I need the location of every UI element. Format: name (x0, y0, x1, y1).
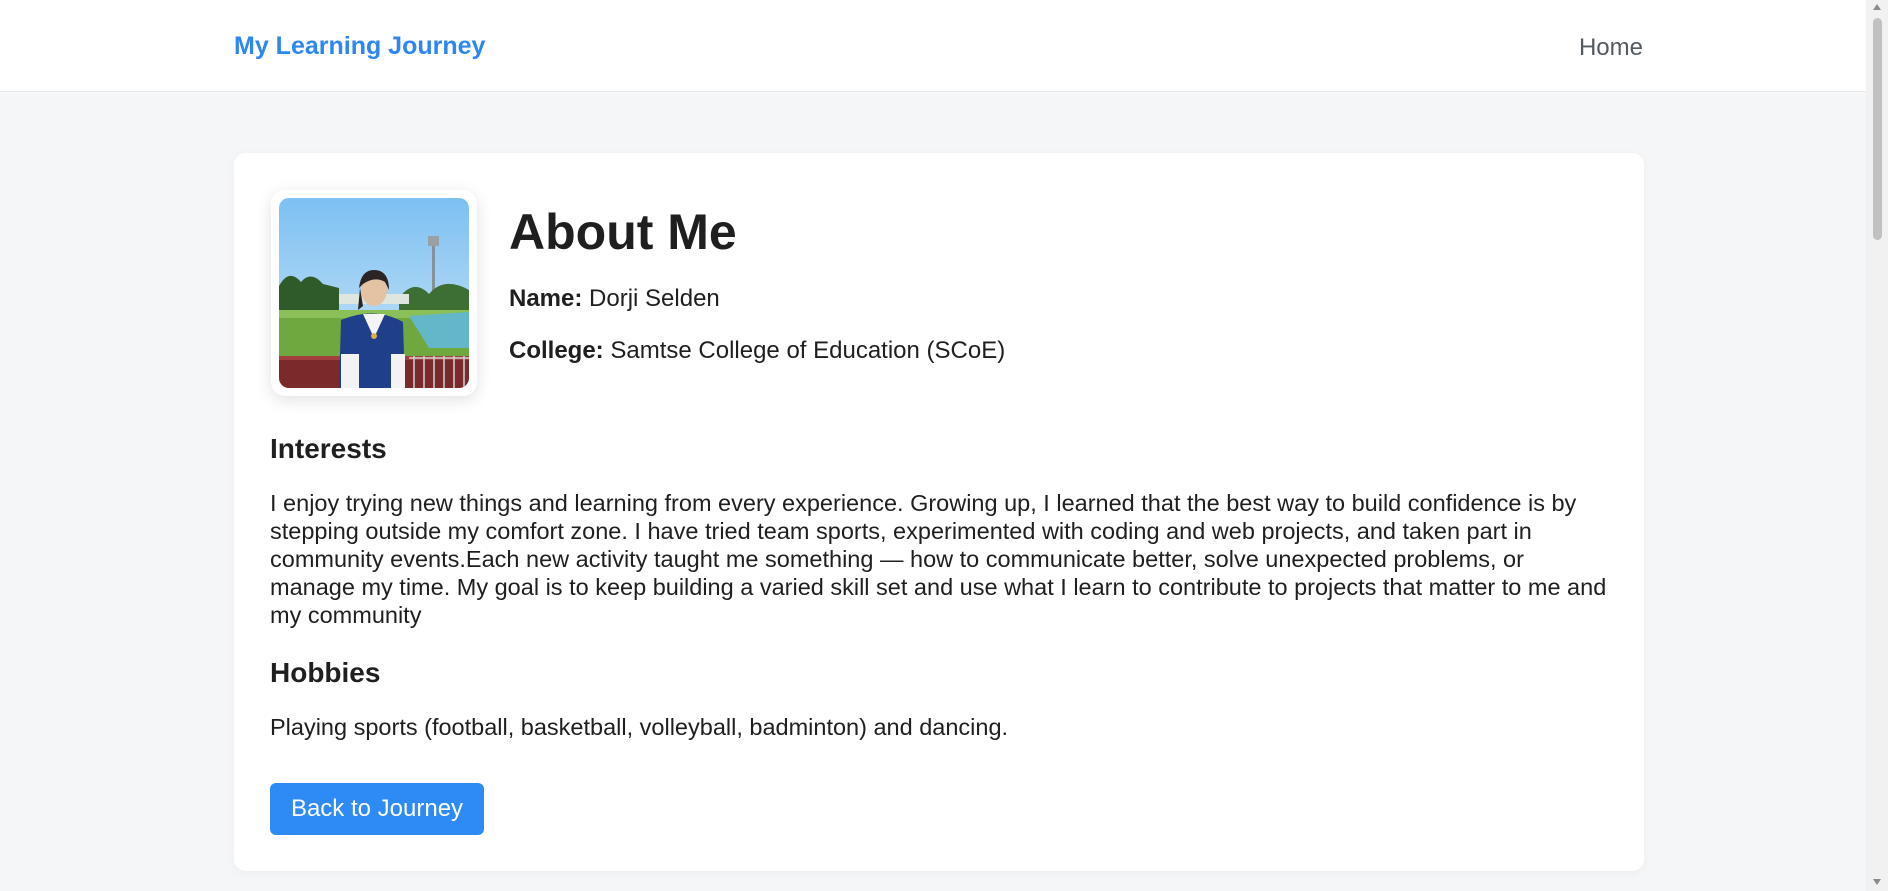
top-navbar: My Learning Journey Home (0, 0, 1866, 92)
college-line: College: Samtse College of Education (SC… (509, 337, 1005, 365)
scroll-down-arrow-icon[interactable] (1873, 879, 1881, 885)
nav-link-home[interactable]: Home (1579, 34, 1643, 62)
name-label: Name: (509, 285, 583, 312)
interests-text: I enjoy trying new things and learning f… (270, 490, 1607, 628)
college-value: Samtse College of Education (SCoE) (610, 337, 1006, 364)
interests-heading: Interests (270, 433, 387, 464)
hobbies-heading: Hobbies (270, 657, 381, 688)
page-title: About Me (509, 204, 737, 260)
about-card: About Me Name: Dorji Selden College: Sam… (234, 153, 1644, 871)
back-to-journey-button[interactable]: Back to Journey (270, 783, 484, 835)
profile-photo (279, 198, 469, 388)
name-line: Name: Dorji Selden (509, 285, 720, 313)
scroll-up-arrow-icon[interactable] (1873, 4, 1881, 10)
profile-photo-frame (271, 190, 477, 396)
scrollbar-thumb[interactable] (1873, 18, 1882, 240)
hobbies-text: Playing sports (football, basketball, vo… (270, 714, 1009, 740)
college-label: College: (509, 337, 604, 364)
name-value: Dorji Selden (589, 285, 720, 312)
brand-link[interactable]: My Learning Journey (234, 32, 485, 61)
vertical-scrollbar[interactable] (1866, 0, 1888, 891)
